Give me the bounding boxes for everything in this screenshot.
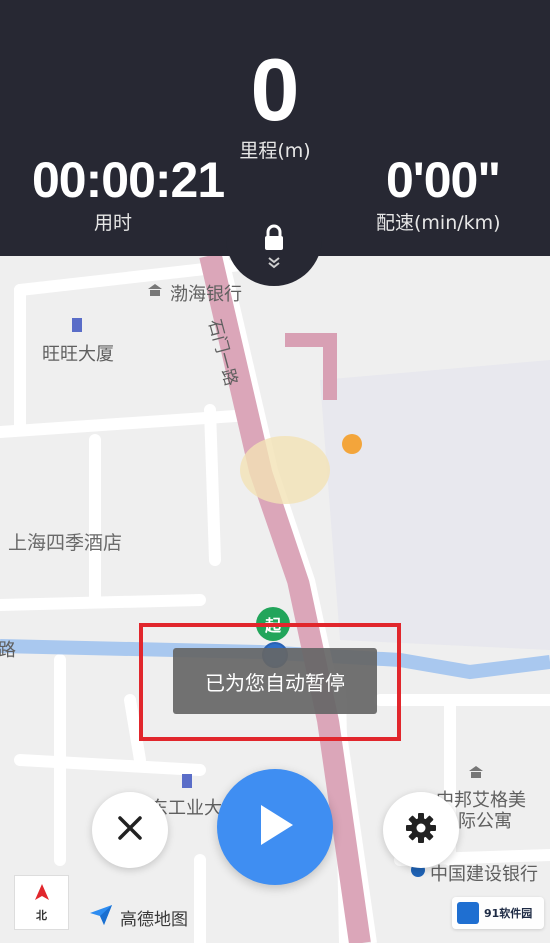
map-label-road-left: 南路 bbox=[0, 640, 16, 661]
time-label: 用时 bbox=[94, 212, 133, 234]
play-icon bbox=[255, 803, 295, 851]
resume-button[interactable] bbox=[217, 769, 333, 885]
map-label-bangbang-2[interactable]: 际公寓 bbox=[458, 807, 512, 833]
home-icon bbox=[468, 764, 484, 784]
map-label-bohai-bank[interactable]: 渤海银行 bbox=[170, 280, 242, 306]
close-icon bbox=[117, 815, 143, 845]
stats-panel: 0 里程(m) 00:00:21 用时 0'00" 配速(min/km) bbox=[0, 0, 550, 256]
building-icon bbox=[180, 772, 194, 792]
gear-icon bbox=[404, 811, 438, 849]
distance-value: 0 bbox=[250, 40, 300, 139]
building-icon bbox=[70, 316, 84, 336]
lock-icon bbox=[263, 224, 285, 252]
brand-text: 高德地图 bbox=[120, 909, 188, 930]
pace-label: 配速(min/km) bbox=[376, 212, 501, 234]
bank-icon bbox=[147, 282, 163, 302]
north-arrow-icon bbox=[33, 883, 51, 905]
highlight-box bbox=[139, 623, 401, 741]
settings-button[interactable] bbox=[383, 792, 459, 868]
watermark-text: 91软件园 bbox=[484, 907, 533, 920]
time-value: 00:00:21 bbox=[32, 152, 225, 208]
amap-logo-icon bbox=[88, 903, 114, 931]
stop-button[interactable] bbox=[92, 792, 168, 868]
watermark-logo-icon bbox=[457, 902, 479, 924]
map-label-wangwang[interactable]: 旺旺大厦 bbox=[42, 340, 114, 366]
compass-button[interactable]: 北 bbox=[14, 875, 69, 930]
chevron-double-down-icon bbox=[267, 256, 281, 270]
map-label-ccb[interactable]: 中国建设银行 bbox=[430, 860, 538, 886]
map-label-four-seasons[interactable]: 上海四季酒店 bbox=[8, 528, 122, 555]
pace-value: 0'00" bbox=[386, 152, 501, 208]
north-label: 北 bbox=[36, 908, 47, 922]
site-watermark: 91软件园 bbox=[452, 897, 544, 929]
map-brand: 高德地图 bbox=[88, 903, 188, 931]
